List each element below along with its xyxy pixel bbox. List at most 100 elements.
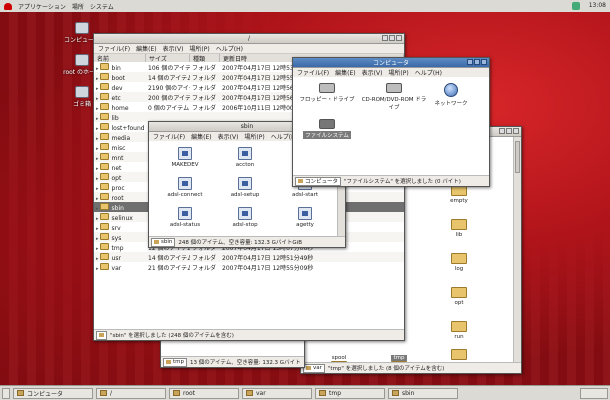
expander-icon[interactable]: ▸ <box>96 76 99 82</box>
file-name: var <box>111 264 122 272</box>
file-item[interactable]: adsl-stop <box>215 207 275 228</box>
network-item[interactable]: ネットワーク <box>421 83 481 107</box>
folder-item[interactable]: log <box>429 253 489 272</box>
taskbar-item-root-dir[interactable]: / <box>96 387 166 399</box>
menu-places[interactable]: 場所(P) <box>189 44 209 53</box>
task-label: tmp <box>329 389 342 397</box>
file-item[interactable]: MAKEDEV <box>155 147 215 168</box>
table-row[interactable]: ▸ var 21 個のアイテム フォルダ 2007年04月17日 12時55分09秒 <box>94 262 404 272</box>
item-label: CD-ROM/DVD-ROM ドライブ <box>361 97 427 111</box>
expander-icon[interactable]: ▸ <box>96 226 99 232</box>
location-button[interactable] <box>96 330 107 340</box>
folder-item[interactable]: run <box>429 321 489 340</box>
menu-view[interactable]: 表示(V) <box>163 44 184 53</box>
menu-file[interactable]: ファイル(F) <box>297 68 329 77</box>
expander-icon[interactable]: ▸ <box>96 146 99 152</box>
menu-places[interactable]: 場所(P) <box>388 68 408 77</box>
item-label: ネットワーク <box>434 101 468 107</box>
file-item[interactable]: adsl-status <box>155 207 215 228</box>
expander-icon[interactable]: ▸ <box>96 86 99 92</box>
tray-icon[interactable] <box>572 2 580 10</box>
minimize-icon[interactable] <box>382 35 388 41</box>
cell-name: ▸ dev <box>94 82 146 92</box>
menu-file[interactable]: ファイル(F) <box>98 44 130 53</box>
location-button[interactable]: sbin <box>151 237 176 247</box>
floppy-drive-item[interactable]: フロッピー・ドライブ <box>297 83 357 103</box>
expander-icon[interactable]: ▸ <box>96 206 99 212</box>
taskbar-item-tmp[interactable]: tmp <box>315 387 385 399</box>
minimize-icon[interactable] <box>467 59 473 65</box>
cell-date: 2007年04月17日 12時55分09秒 <box>222 264 314 272</box>
close-icon[interactable] <box>513 128 519 134</box>
close-icon[interactable] <box>481 59 487 65</box>
expander-icon[interactable]: ▸ <box>96 256 99 262</box>
taskbar-item-sbin[interactable]: sbin <box>388 387 458 399</box>
workspace-switcher[interactable] <box>580 387 608 399</box>
folder-icon <box>100 390 107 396</box>
expander-icon[interactable]: ▸ <box>96 266 99 272</box>
expander-icon[interactable]: ▸ <box>96 96 99 102</box>
expander-icon[interactable]: ▸ <box>96 116 99 122</box>
maximize-icon[interactable] <box>474 59 480 65</box>
table-row[interactable]: ▸ usr 14 個のアイテム フォルダ 2007年04月17日 12時51分49秒 <box>94 252 404 262</box>
expander-icon[interactable]: ▸ <box>96 216 99 222</box>
column-size[interactable]: サイズ <box>146 54 190 63</box>
column-name[interactable]: 名前 <box>94 54 146 63</box>
menu-help[interactable]: ヘルプ(H) <box>216 44 243 53</box>
menu-view[interactable]: 表示(V) <box>362 68 383 77</box>
file-name: proc <box>111 184 125 192</box>
expander-icon[interactable]: ▸ <box>96 246 99 252</box>
maximize-icon[interactable] <box>389 35 395 41</box>
window-titlebar[interactable]: / <box>94 34 404 44</box>
expander-icon[interactable]: ▸ <box>96 106 99 112</box>
menu-edit[interactable]: 編集(E) <box>191 132 211 141</box>
expander-icon[interactable]: ▸ <box>96 136 99 142</box>
taskbar-item-var[interactable]: var <box>242 387 312 399</box>
file-item[interactable]: agetty <box>275 207 335 228</box>
expander-icon[interactable]: ▸ <box>96 196 99 202</box>
expander-icon[interactable]: ▸ <box>96 156 99 162</box>
cdrom-drive-item[interactable]: CD-ROM/DVD-ROM ドライブ <box>359 83 429 111</box>
vertical-scrollbar[interactable] <box>513 137 521 362</box>
location-button[interactable]: var <box>303 363 325 373</box>
window-titlebar[interactable]: コンピュータ <box>293 58 489 68</box>
clock[interactable]: 13:08 <box>589 2 606 9</box>
places-menu[interactable]: 場所 <box>72 2 84 11</box>
expander-icon[interactable]: ▸ <box>96 66 99 72</box>
cell-name: ▸ opt <box>94 172 146 182</box>
menu-file[interactable]: ファイル(F) <box>153 132 185 141</box>
expander-icon[interactable]: ▸ <box>96 236 99 242</box>
filesystem-item[interactable]: ファイルシステム <box>297 119 357 139</box>
folder-icon <box>99 172 109 180</box>
menu-edit[interactable]: 編集(E) <box>136 44 156 53</box>
taskbar-item-computer[interactable]: コンピュータ <box>13 387 93 399</box>
folder-item[interactable]: opt <box>429 287 489 306</box>
expander-icon[interactable]: ▸ <box>96 186 99 192</box>
menu-view[interactable]: 表示(V) <box>218 132 239 141</box>
expander-icon[interactable]: ▸ <box>96 166 99 172</box>
expander-icon[interactable]: ▸ <box>96 126 99 132</box>
taskbar-item-root[interactable]: root <box>169 387 239 399</box>
expander-icon[interactable]: ▸ <box>96 176 99 182</box>
menu-places[interactable]: 場所(P) <box>244 132 264 141</box>
location-button[interactable]: コンピュータ <box>295 176 342 186</box>
column-type[interactable]: 種類 <box>190 54 220 63</box>
file-item[interactable]: adsl-setup <box>215 177 275 198</box>
system-menu[interactable]: システム <box>90 2 114 11</box>
close-icon[interactable] <box>396 35 402 41</box>
applications-menu[interactable]: アプリケーション <box>18 2 66 11</box>
cell-type: フォルダ <box>192 64 217 72</box>
menu-edit[interactable]: 編集(E) <box>335 68 355 77</box>
cell-type: フォルダ <box>192 74 217 82</box>
folder-item[interactable]: empty <box>429 185 489 204</box>
folder-icon <box>392 390 399 396</box>
file-item[interactable]: accton <box>215 147 275 168</box>
minimize-icon[interactable] <box>499 128 505 134</box>
folder-item[interactable]: lib <box>429 219 489 238</box>
menu-help[interactable]: ヘルプ(H) <box>415 68 442 77</box>
show-desktop-button[interactable] <box>2 387 10 399</box>
location-button[interactable]: tmp <box>163 357 188 367</box>
item-label: フロッピー・ドライブ <box>299 97 355 103</box>
file-item[interactable]: adsl-connect <box>155 177 215 198</box>
maximize-icon[interactable] <box>506 128 512 134</box>
